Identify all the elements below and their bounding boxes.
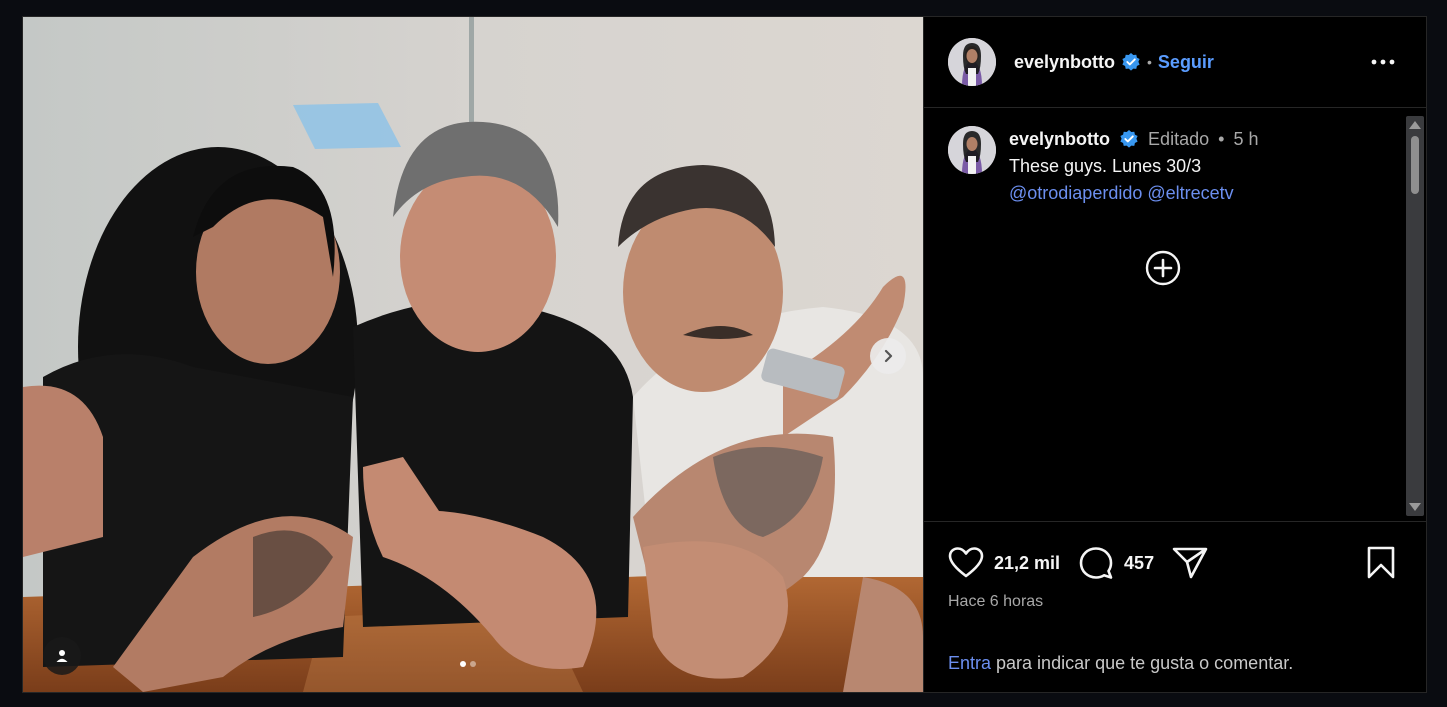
avatar[interactable] — [948, 38, 996, 86]
caption-text: These guys. Lunes 30/3 — [1009, 156, 1202, 176]
follow-button[interactable]: Seguir — [1158, 52, 1214, 73]
heart-icon — [948, 547, 984, 578]
header-separator: • — [1147, 54, 1152, 70]
carousel-dot-1 — [460, 661, 466, 667]
plus-circle-icon[interactable] — [1145, 250, 1181, 286]
caption-edited: Editado — [1148, 129, 1210, 149]
caption-body: evelynbotto Editado • 5 h These guys. Lu… — [1009, 126, 1258, 207]
post-header: evelynbotto • Seguir — [924, 17, 1426, 108]
mention-link[interactable]: @otrodiaperdido — [1009, 183, 1142, 203]
scrollbar-thumb[interactable] — [1411, 136, 1419, 194]
comment-bubble-icon — [1079, 547, 1113, 579]
mention-link[interactable]: @eltrecetv — [1147, 183, 1233, 203]
comments-scrollbar[interactable] — [1406, 116, 1424, 516]
paper-plane-icon — [1172, 547, 1208, 579]
scroll-down-arrow[interactable] — [1409, 503, 1421, 511]
like-button[interactable]: 21,2 mil — [948, 547, 1060, 579]
comment-count: 457 — [1124, 552, 1155, 573]
post-modal: evelynbotto • Seguir evelynbotto Editado… — [22, 16, 1427, 693]
caption-age: 5 h — [1233, 129, 1259, 149]
more-options-icon[interactable] — [1370, 49, 1396, 75]
action-bar: 21,2 mil 457 — [948, 543, 1402, 583]
avatar-image — [948, 126, 996, 174]
like-count: 21,2 mil — [994, 552, 1061, 573]
avatar-image — [948, 38, 996, 86]
caption-mentions: @otrodiaperdido @eltrecetv — [1009, 180, 1258, 207]
verified-badge-icon — [1120, 129, 1138, 148]
caption-avatar[interactable] — [948, 126, 996, 174]
bookmark-icon[interactable] — [1366, 546, 1396, 580]
next-slide-button[interactable] — [870, 338, 906, 374]
post-photo[interactable] — [23, 17, 923, 692]
comments-section[interactable]: evelynbotto Editado • 5 h These guys. Lu… — [924, 108, 1427, 522]
carousel-dot-2 — [470, 661, 476, 667]
login-prompt: Entra para indicar que te gusta o coment… — [948, 653, 1293, 674]
comment-button[interactable]: 457 — [1078, 546, 1154, 580]
caption-username[interactable]: evelynbotto — [1009, 129, 1110, 149]
photo-illustration — [23, 17, 923, 692]
chevron-right-icon — [884, 349, 893, 363]
post-username[interactable]: evelynbotto — [1014, 52, 1115, 73]
user-tag-button[interactable] — [43, 637, 81, 675]
login-link[interactable]: Entra — [948, 653, 991, 673]
caption-dot: • — [1218, 129, 1225, 149]
caption-header: evelynbotto Editado • 5 h — [1009, 126, 1258, 153]
post-timestamp: Hace 6 horas — [948, 593, 1044, 610]
user-tag-icon — [56, 650, 68, 662]
scroll-up-arrow[interactable] — [1409, 121, 1421, 129]
carousel-indicator — [460, 661, 476, 667]
caption: evelynbotto Editado • 5 h These guys. Lu… — [948, 126, 1258, 207]
share-button[interactable] — [1172, 546, 1208, 580]
verified-badge-icon — [1122, 53, 1140, 71]
login-prompt-text: para indicar que te gusta o comentar. — [991, 653, 1294, 673]
post-sidebar: evelynbotto • Seguir evelynbotto Editado… — [923, 17, 1427, 692]
